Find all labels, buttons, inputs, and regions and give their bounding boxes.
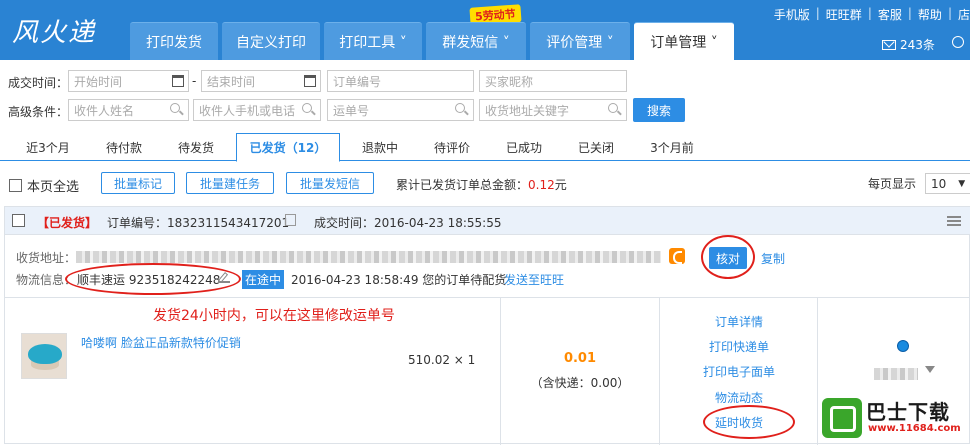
order-checkbox[interactable] — [12, 214, 25, 227]
batch-mark-button[interactable]: 批量标记 — [101, 172, 175, 194]
search-icon — [170, 103, 180, 113]
column-divider — [659, 297, 660, 445]
message-count: 243条 — [900, 38, 935, 52]
nav-tab-custom-print[interactable]: 自定义打印 — [222, 22, 320, 60]
tab-refunding[interactable]: 退款中 — [344, 133, 416, 161]
send-to-wangwang-link[interactable]: 发送至旺旺 — [504, 271, 564, 288]
order-number-input[interactable]: 订单编号 — [327, 70, 474, 92]
batch-sms-button[interactable]: 批量发短信 — [286, 172, 374, 194]
buyer-nickname-input[interactable]: 买家昵称 — [479, 70, 627, 92]
order-status-label: 【已发货】 — [37, 216, 98, 230]
print-express-link[interactable]: 打印快递单 — [682, 338, 796, 355]
address-label: 收货地址： — [16, 251, 77, 265]
annotation-text: 发货24小时内，可以在这里修改运单号 — [153, 308, 395, 324]
support-link[interactable]: 客服 — [878, 6, 902, 23]
nav-tab-group-sms[interactable]: 群发短信 ˅ — [426, 22, 526, 60]
address-keyword-input[interactable]: 收货地址关键字 — [479, 99, 627, 121]
blurred-buyer-name — [874, 368, 918, 380]
logistics-tracking-link[interactable]: 物流动态 — [682, 389, 796, 406]
product-thumbnail[interactable] — [21, 333, 67, 379]
filter-row-time: 成交时间： — [8, 70, 68, 94]
shipping-fee: （含快递：0.00） — [530, 376, 630, 390]
search-icon — [302, 103, 312, 113]
batch-action-bar: 本页全选 批量标记 批量建任务 批量发短信 累计已发货订单总金额：0.12元 每… — [0, 170, 970, 198]
order-card-header: 【已发货】 订单编号：1832311543417201 成交时间：2016-04… — [5, 207, 970, 235]
page-size-value: 10 — [931, 176, 947, 191]
main-nav: 打印发货 自定义打印 打印工具 ˅ 群发短信 ˅ 评价管理 ˅ 订单管理 ˅ — [130, 22, 738, 60]
chevron-down-icon: ▼ — [958, 178, 966, 189]
nav-tab-review-mgmt[interactable]: 评价管理 ˅ — [530, 22, 630, 60]
transit-status-badge: 在途中 — [242, 270, 285, 289]
wangwang-icon[interactable] — [897, 340, 909, 352]
tab-completed[interactable]: 已成功 — [488, 133, 560, 161]
message-box[interactable]: 243条 — [882, 36, 935, 53]
order-number: 订单编号：1832311543417201 — [107, 216, 290, 230]
product-title-link[interactable]: 哈喽啊 脸盆正品新款特价促销 — [81, 334, 241, 351]
page-size-label: 每页显示 — [868, 177, 917, 191]
nav-tab-print-tools[interactable]: 打印工具 ˅ — [324, 22, 422, 60]
waybill-input[interactable]: 运单号 — [327, 99, 474, 121]
top-header: 风火递 5劳动节 打印发货 自定义打印 打印工具 ˅ 群发短信 ˅ 评价管理 ˅… — [0, 0, 970, 60]
batch-task-button[interactable]: 批量建任务 — [186, 172, 274, 194]
select-all-checkbox[interactable] — [9, 179, 22, 192]
copy-icon[interactable] — [285, 214, 296, 226]
tab-to-ship[interactable]: 待发货 — [160, 133, 232, 161]
tab-shipped[interactable]: 已发货（12） — [236, 133, 340, 162]
nav-tab-print-ship[interactable]: 打印发货 — [130, 22, 218, 60]
search-icon — [455, 103, 465, 113]
order-details-link[interactable]: 订单详情 — [682, 313, 796, 330]
total-label: 累计已发货订单总金额： — [396, 178, 529, 192]
site-watermark: 巴士下载 www.11684.com — [822, 396, 970, 444]
watermark-logo-icon — [822, 398, 862, 438]
page-size-select[interactable]: 10 ▼ — [925, 173, 970, 194]
calendar-icon[interactable] — [304, 75, 316, 87]
watermark-url: www.11684.com — [868, 423, 961, 434]
highlight-circle — [65, 263, 241, 295]
shop-link[interactable]: 店 — [958, 6, 970, 23]
highlight-circle — [701, 235, 755, 279]
select-all-label: 本页全选 — [27, 180, 80, 195]
tab-to-review[interactable]: 待评价 — [416, 133, 488, 161]
total-value: 0.12 — [528, 178, 555, 192]
column-divider — [817, 297, 818, 445]
mail-icon — [882, 39, 896, 50]
total-amount: 累计已发货订单总金额：0.12元 — [396, 176, 567, 193]
nav-tab-order-mgmt[interactable]: 订单管理 ˅ — [634, 22, 734, 60]
transit-info: 2016-04-23 18:58:49 您的订单待配货 — [291, 273, 507, 287]
tab-last-3-months[interactable]: 近3个月 — [12, 133, 84, 161]
filter-icon[interactable] — [925, 366, 935, 373]
tab-closed[interactable]: 已关闭 — [560, 133, 632, 161]
select-all[interactable]: 本页全选 — [9, 176, 79, 195]
mobile-link[interactable]: 手机版 — [774, 6, 810, 23]
help-link[interactable]: 帮助 — [918, 6, 942, 23]
search-icon — [608, 103, 618, 113]
print-eorder-link[interactable]: 打印电子面单 — [682, 363, 796, 380]
column-divider — [500, 297, 501, 445]
calendar-icon[interactable] — [172, 75, 184, 87]
order-status-tabs: 近3个月 待付款 待发货 已发货（12） 退款中 待评价 已成功 已关闭 3个月… — [0, 133, 970, 162]
copy-address-link[interactable]: 复制 — [761, 250, 785, 267]
order-amount: 0.01 — [563, 351, 597, 366]
highlight-circle — [703, 405, 795, 439]
watermark-text: 巴士下载 — [866, 400, 950, 424]
end-time-input[interactable]: 结束时间 — [201, 70, 321, 92]
item-price-quantity: 510.02 × 1 — [408, 353, 476, 367]
divider — [5, 297, 970, 298]
start-time-input[interactable]: 开始时间 — [68, 70, 189, 92]
top-links: 手机版 | 旺旺群 | 客服 | 帮助 | 店 — [773, 6, 970, 23]
blurred-address — [76, 251, 661, 263]
phone-icon[interactable] — [669, 248, 685, 264]
deal-time: 成交时间：2016-04-23 18:55:55 — [314, 216, 502, 230]
wangwang-group-link[interactable]: 旺旺群 — [826, 6, 862, 23]
total-unit: 元 — [554, 178, 567, 192]
range-dash: - — [192, 74, 197, 88]
tab-older-than-3-months[interactable]: 3个月前 — [632, 133, 712, 161]
advanced-label: 高级条件： — [8, 105, 69, 119]
menu-icon[interactable] — [947, 216, 961, 226]
user-icon[interactable] — [952, 36, 964, 48]
tab-pending-payment[interactable]: 待付款 — [88, 133, 160, 161]
deal-time-label: 成交时间： — [8, 75, 69, 90]
search-button[interactable]: 搜索 — [633, 98, 685, 122]
app-logo[interactable]: 风火递 — [12, 12, 96, 49]
